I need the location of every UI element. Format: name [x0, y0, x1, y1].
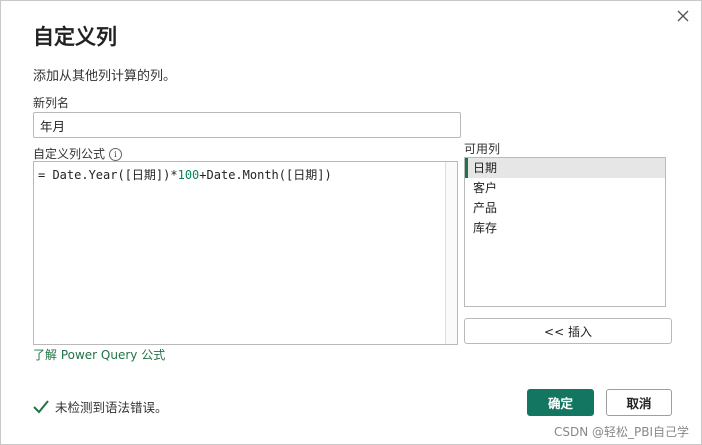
formula-label-row: 自定义列公式 i: [33, 145, 123, 162]
available-columns-label: 可用列: [464, 142, 501, 156]
available-column-item[interactable]: 日期: [465, 158, 665, 178]
checkmark-icon: [33, 399, 49, 413]
formula-text-prefix: = Date.Year([日期])*: [38, 168, 178, 182]
available-columns-list: 日期 客户 产品 库存: [464, 157, 666, 307]
formula-number: 100: [177, 168, 200, 182]
dialog-subtitle: 添加从其他列计算的列。: [33, 69, 177, 84]
available-column-item[interactable]: 客户: [465, 178, 665, 198]
formula-editor[interactable]: = Date.Year([日期])*100+Date.Month([日期]): [33, 161, 458, 345]
close-icon[interactable]: [674, 7, 692, 25]
watermark: CSDN @轻松_PBI自己学: [553, 425, 689, 439]
custom-column-dialog: 自定义列 添加从其他列计算的列。 新列名 自定义列公式i = Date.Year…: [0, 0, 702, 445]
ok-button[interactable]: 确定: [527, 389, 594, 416]
syntax-status: 未检测到语法错误。: [33, 397, 168, 416]
formula-scrollbar[interactable]: [445, 162, 457, 344]
new-column-name-label: 新列名: [33, 96, 70, 110]
info-icon[interactable]: i: [109, 148, 123, 161]
available-column-item[interactable]: 产品: [465, 198, 665, 218]
learn-power-query-link[interactable]: 了解 Power Query 公式: [33, 346, 165, 363]
syntax-status-text: 未检测到语法错误。: [55, 400, 168, 415]
available-column-item[interactable]: 库存: [465, 218, 665, 238]
formula-label: 自定义列公式: [33, 147, 106, 161]
formula-text-suffix: +Date.Month([日期]): [199, 168, 332, 182]
dialog-title: 自定义列: [33, 25, 117, 49]
insert-button[interactable]: << 插入: [464, 318, 672, 344]
formula-text[interactable]: = Date.Year([日期])*100+Date.Month([日期]): [38, 166, 332, 183]
new-column-name-input[interactable]: [33, 112, 461, 138]
cancel-button[interactable]: 取消: [606, 389, 672, 416]
